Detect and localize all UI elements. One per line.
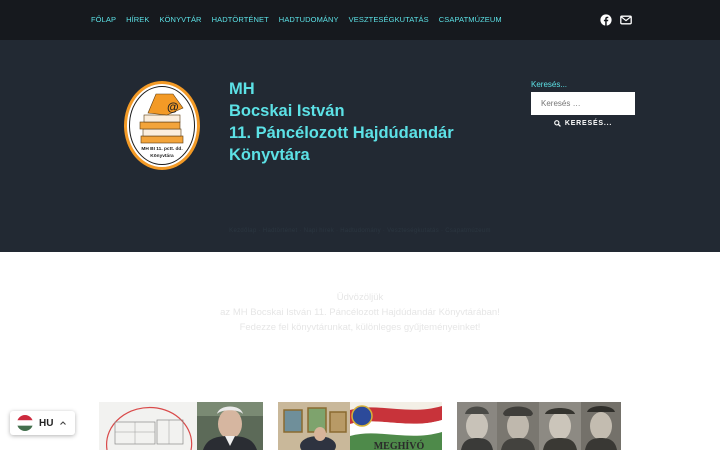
svg-text:MEGHÍVÓ: MEGHÍVÓ [374,440,425,450]
site-title-line-1: MH [229,80,255,98]
breadcrumb[interactable]: Kezdőlap · Hadtörténet · Napi hírek · Ha… [0,228,720,234]
search-icon [553,119,561,127]
welcome-text: Üdvözöljük az MH Bocskai István 11. Pánc… [0,290,720,335]
article-card-3[interactable] [457,402,621,450]
article-card-1[interactable] [99,402,263,450]
article-card-2[interactable]: MEGHÍVÓ [278,402,442,450]
svg-text:MH BI 11. pctt. dd.: MH BI 11. pctt. dd. [141,146,182,152]
facebook-icon[interactable] [600,13,612,26]
main-menu: FŐLAP HÍREK KÖNYVTÁR HADTÖRTÉNET HADTUDO… [91,15,502,24]
hungarian-flag-icon [17,415,33,431]
nav-item-hadtudomany[interactable]: HADTUDOMÁNY [279,15,339,24]
chevron-up-icon [60,421,67,425]
search-input[interactable] [531,92,635,115]
search-button-label: KERESÉS... [564,119,613,127]
svg-text:Könyvtára: Könyvtára [150,153,174,159]
language-switcher[interactable]: HU [10,411,75,435]
social-links [600,13,632,26]
site-title-line-2: Bocskai István [229,102,345,120]
library-logo[interactable]: @ MH BI 11. pctt. dd. Könyvtára [123,80,201,171]
welcome-heading: Üdvözöljük [336,292,384,303]
site-title-line-4: Könyvtára [229,146,310,164]
site-title[interactable]: MH Bocskai István 11. Páncélozott Hajdúd… [229,78,454,166]
nav-item-vesztesegkutatas[interactable]: VESZTESÉGKUTATÁS [349,15,429,24]
language-code: HU [39,417,54,429]
svg-text:@: @ [167,100,179,114]
nav-item-hirek[interactable]: HÍREK [126,15,149,24]
envelope-icon[interactable] [620,13,632,25]
welcome-line-2: az MH Bocskai István 11. Páncélozott Haj… [220,307,500,318]
search-label: Keresés... [531,80,568,89]
nav-item-konyvtar[interactable]: KÖNYVTÁR [160,15,202,24]
card-image-soldiers [457,402,621,450]
site-title-line-3: 11. Páncélozott Hajdúdandár [229,124,454,142]
search-button[interactable]: KERESÉS... [531,117,635,129]
nav-item-hadtortenet[interactable]: HADTÖRTÉNET [212,15,269,24]
top-navigation-bar: FŐLAP HÍREK KÖNYVTÁR HADTÖRTÉNET HADTUDO… [0,0,720,40]
card-image-floor-plan [99,402,263,450]
welcome-line-3: Fedezze fel könyvtárunkat, különleges gy… [239,322,481,333]
card-image-invitation: MEGHÍVÓ [278,402,442,450]
nav-item-csapatmuzeum[interactable]: CSAPATMÚZEUM [439,15,502,24]
nav-item-folap[interactable]: FŐLAP [91,15,116,24]
